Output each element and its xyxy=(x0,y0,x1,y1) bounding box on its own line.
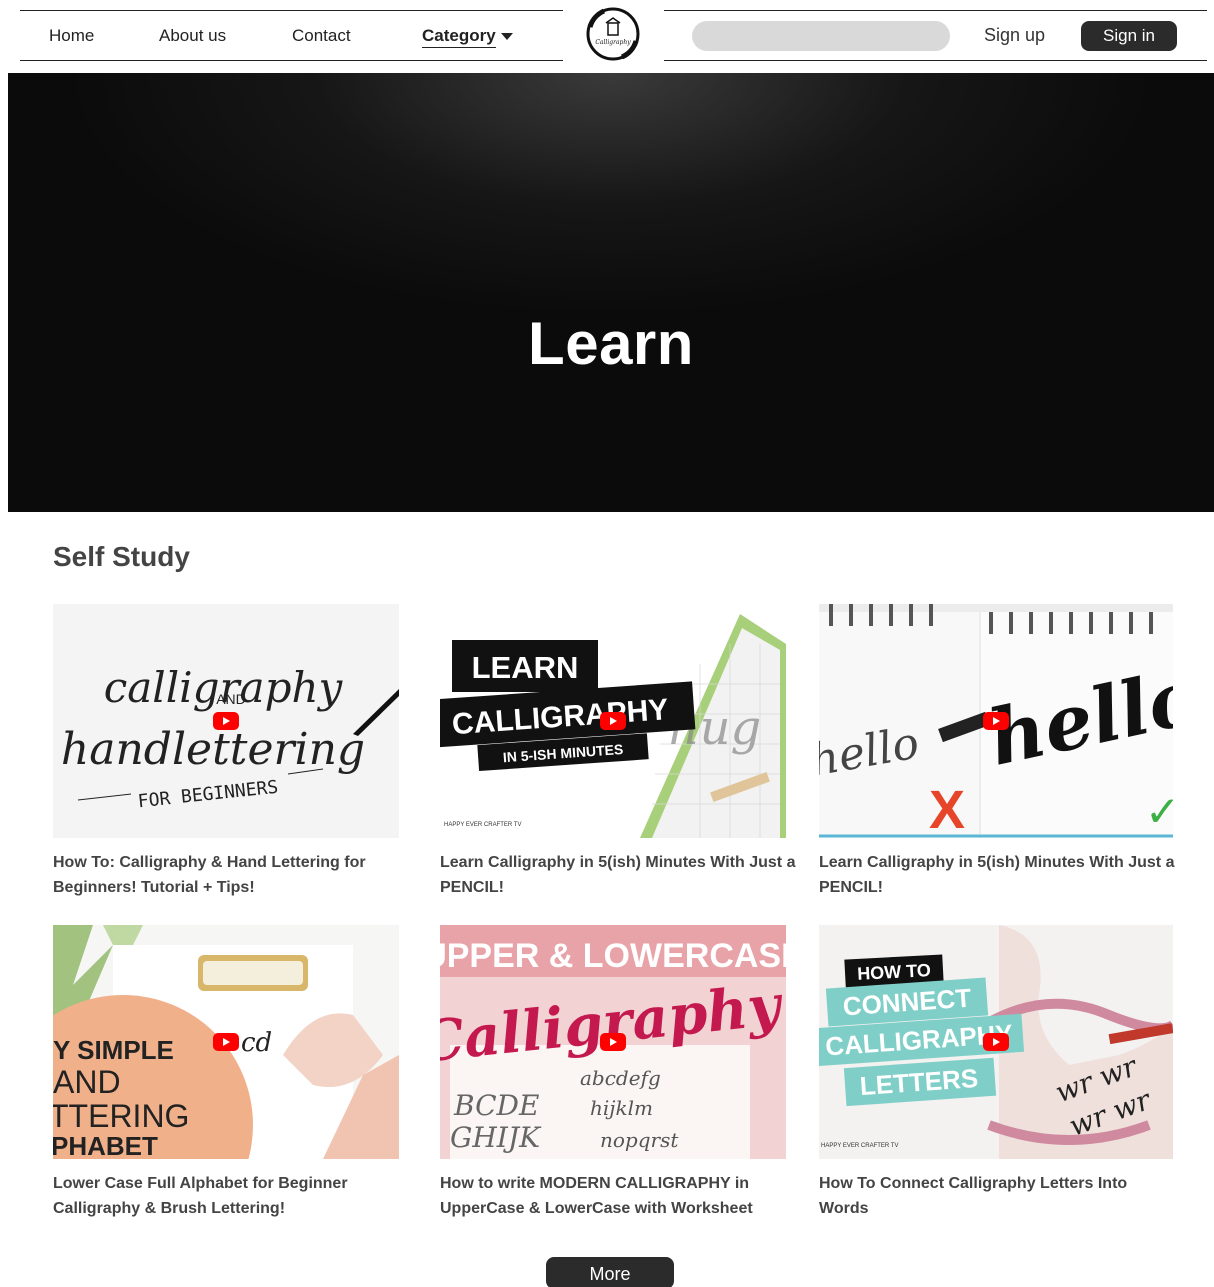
svg-text:nopqrst: nopqrst xyxy=(600,1128,679,1152)
video-title[interactable]: How to write MODERN CALLIGRAPHY in Upper… xyxy=(440,1171,796,1221)
video-title[interactable]: Learn Calligraphy in 5(ish) Minutes With… xyxy=(819,850,1175,900)
svg-text:LEARN: LEARN xyxy=(472,650,579,685)
video-card[interactable]: HOW TO CONNECT CALLIGRAPHY LETTERS wr wr… xyxy=(819,925,1175,1221)
nav-category-label: Category xyxy=(422,26,496,48)
svg-text:HOW TO: HOW TO xyxy=(857,960,932,984)
svg-text:AND: AND xyxy=(216,691,246,707)
site-logo[interactable]: Calligraphy xyxy=(584,5,642,63)
video-thumbnail[interactable]: UPPER & LOWERCASE Calligraphy abcdefg hi… xyxy=(440,925,786,1159)
svg-text:hijklm: hijklm xyxy=(590,1096,653,1120)
svg-text:UPPER & LOWERCASE: UPPER & LOWERCASE xyxy=(440,937,786,975)
svg-text:GHIJK: GHIJK xyxy=(450,1121,542,1154)
signup-link[interactable]: Sign up xyxy=(984,25,1045,46)
hero-banner: Learn xyxy=(8,73,1214,512)
svg-text:PHABET: PHABET xyxy=(53,1131,158,1159)
video-thumbnail[interactable]: hello hello X ✓ xyxy=(819,604,1173,838)
video-title[interactable]: Learn Calligraphy in 5(ish) Minutes With… xyxy=(440,850,796,900)
main-nav: Home About us Contact Category xyxy=(20,10,563,61)
svg-text:X: X xyxy=(929,780,965,838)
account-bar: Sign up Sign in xyxy=(664,10,1207,61)
play-icon xyxy=(983,712,1009,730)
svg-text:Y SIMPLE: Y SIMPLE xyxy=(53,1035,174,1065)
video-title[interactable]: How To: Calligraphy & Hand Lettering for… xyxy=(53,850,409,900)
video-thumbnail[interactable]: HOW TO CONNECT CALLIGRAPHY LETTERS wr wr… xyxy=(819,925,1173,1159)
caret-down-icon xyxy=(500,33,513,41)
video-card[interactable]: UPPER & LOWERCASE Calligraphy abcdefg hi… xyxy=(440,925,796,1221)
video-title[interactable]: How To Connect Calligraphy Letters Into … xyxy=(819,1171,1175,1221)
hero-title: Learn xyxy=(528,310,694,377)
svg-text:BCDE: BCDE xyxy=(453,1089,539,1122)
video-card[interactable]: cd Y SIMPLE AND TTERING PHABET Lower Cas… xyxy=(53,925,409,1221)
more-button[interactable]: More xyxy=(546,1257,674,1287)
svg-text:HAPPY EVER CRAFTER TV: HAPPY EVER CRAFTER TV xyxy=(444,822,521,828)
search-input[interactable] xyxy=(692,21,950,51)
svg-text:HAPPY EVER CRAFTER TV: HAPPY EVER CRAFTER TV xyxy=(821,1143,898,1149)
svg-text:cd: cd xyxy=(241,1028,272,1058)
svg-text:TTERING: TTERING xyxy=(53,1098,189,1134)
play-icon xyxy=(600,712,626,730)
play-icon xyxy=(213,1033,239,1051)
video-card[interactable]: hello hello X ✓ Learn Calligraphy in 5(i… xyxy=(819,604,1175,900)
svg-text:handlettering: handlettering xyxy=(61,724,365,775)
svg-text:abcdefg: abcdefg xyxy=(580,1066,661,1090)
video-title[interactable]: Lower Case Full Alphabet for Beginner Ca… xyxy=(53,1171,409,1221)
logo-text: Calligraphy xyxy=(595,39,631,46)
nav-contact-link[interactable]: Contact xyxy=(292,26,351,46)
play-icon xyxy=(983,1033,1009,1051)
play-icon xyxy=(213,712,239,730)
svg-text:✓: ✓ xyxy=(1145,787,1173,836)
video-thumbnail[interactable]: cd Y SIMPLE AND TTERING PHABET xyxy=(53,925,399,1159)
nav-category-dropdown[interactable]: Category xyxy=(422,26,513,48)
section-title: Self Study xyxy=(53,541,190,572)
nav-home-link[interactable]: Home xyxy=(49,26,94,46)
svg-text:AND: AND xyxy=(53,1064,121,1100)
play-icon xyxy=(600,1033,626,1051)
nav-about-link[interactable]: About us xyxy=(159,26,226,46)
video-card[interactable]: hug LEARN CALLIGRAPHY IN 5-ISH MINUTES H… xyxy=(440,604,796,900)
video-thumbnail[interactable]: calligraphy AND handlettering FOR BEGINN… xyxy=(53,604,399,838)
signin-button[interactable]: Sign in xyxy=(1081,21,1177,51)
video-thumbnail[interactable]: hug LEARN CALLIGRAPHY IN 5-ISH MINUTES H… xyxy=(440,604,786,838)
video-card[interactable]: calligraphy AND handlettering FOR BEGINN… xyxy=(53,604,409,900)
